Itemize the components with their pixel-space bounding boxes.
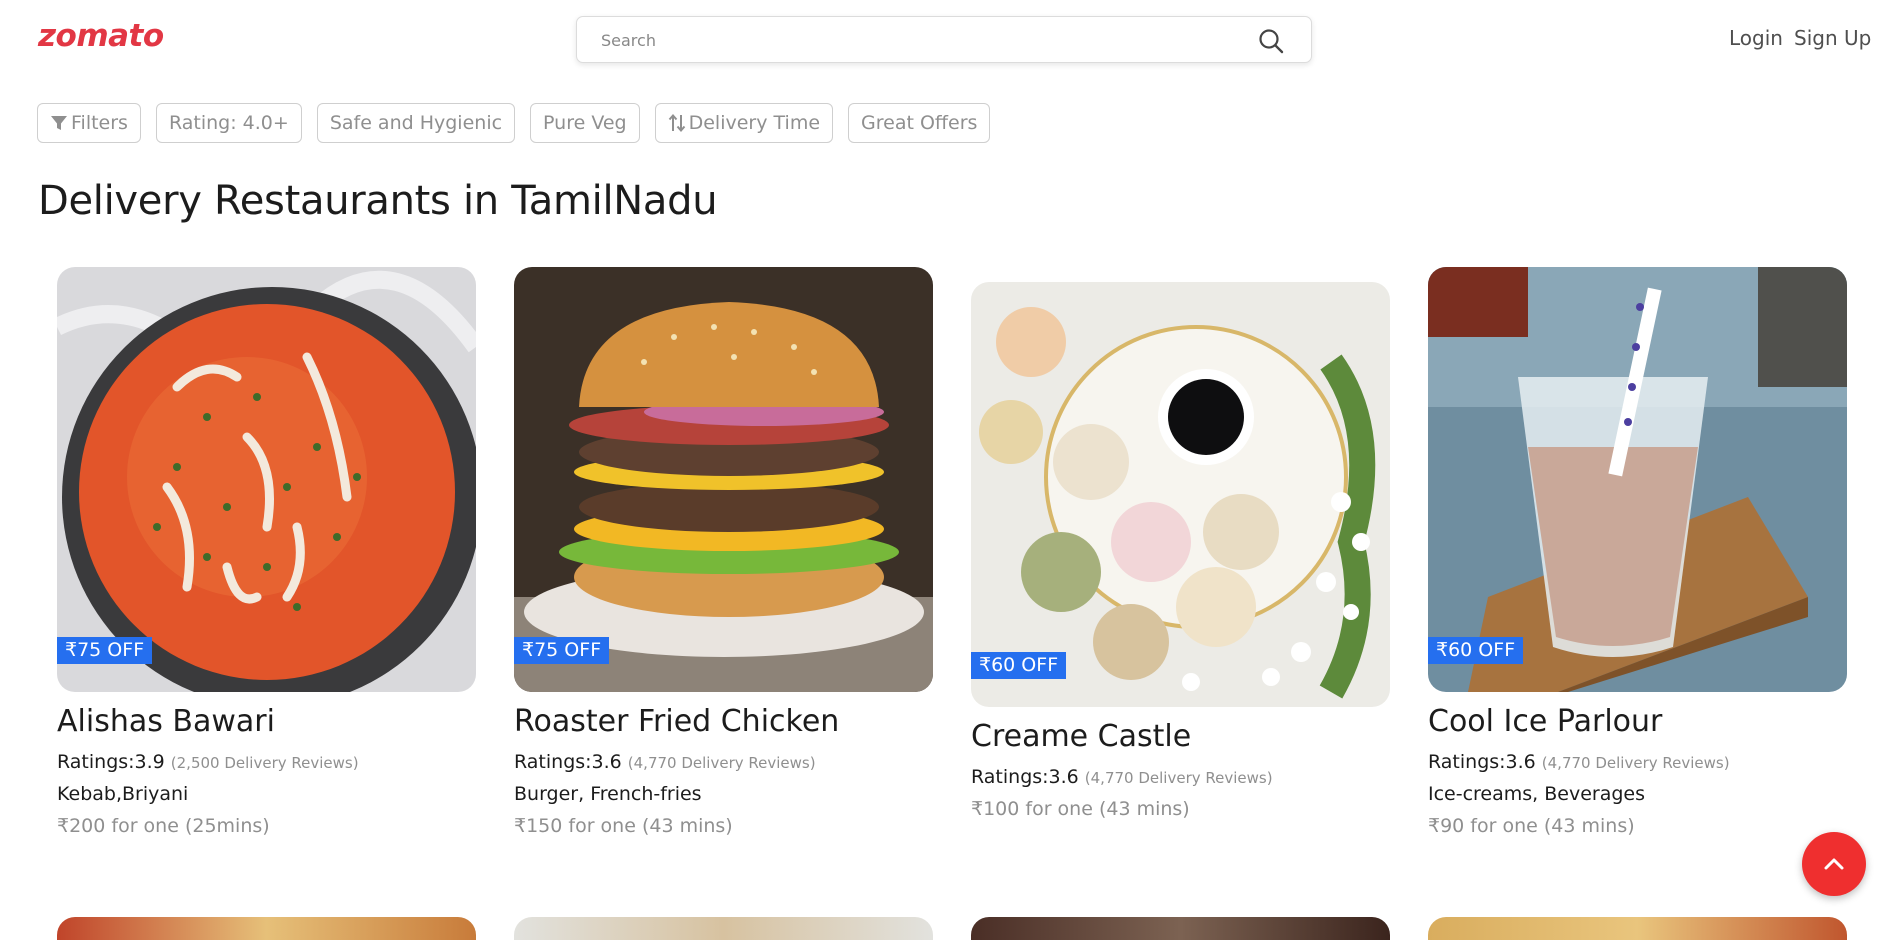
review-count: (4,770 Delivery Reviews) [627, 754, 816, 772]
pure-veg-chip[interactable]: Pure Veg [530, 103, 640, 143]
rating-filter-label: Rating: 4.0+ [168, 112, 289, 134]
rating-filter-chip[interactable]: Rating: 4.0+ [155, 103, 302, 143]
filter-bar: Filters Rating: 4.0+ Safe and Hygienic P… [37, 103, 991, 143]
great-offers-chip[interactable]: Great Offers [848, 103, 991, 143]
restaurant-rating: Ratings:3.9 (2,500 Delivery Reviews) [57, 751, 476, 773]
search-bar[interactable] [576, 16, 1312, 63]
restaurant-cuisine: Kebab,Briyani [57, 783, 189, 805]
restaurant-image[interactable]: ₹60 OFF [1428, 267, 1847, 692]
login-link[interactable]: Login [1729, 26, 1783, 50]
restaurant-name[interactable]: Roaster Fried Chicken [514, 704, 933, 739]
restaurant-card[interactable]: ₹75 OFF Alishas Bawari Ratings:3.9 (2,500… [57, 267, 476, 837]
restaurant-card[interactable]: ₹60 OFF Cool Ice Parlour Ratings:3.6 (4,7… [1428, 267, 1847, 837]
restaurant-rating: Ratings:3.6 (4,770 Delivery Reviews) [514, 751, 933, 773]
page-title: Delivery Restaurants in TamilNadu [38, 178, 718, 224]
signup-link[interactable]: Sign Up [1794, 26, 1871, 50]
restaurant-card[interactable]: ₹60 OFF Creame Castle Ratings:3.6 (4,770 … [971, 282, 1390, 820]
restaurant-image[interactable]: ₹75 OFF [57, 267, 476, 692]
restaurant-price: ₹200 for one (25mins) [57, 815, 270, 837]
restaurant-card-next-row[interactable] [514, 917, 933, 940]
scroll-to-top-button[interactable] [1802, 832, 1866, 896]
pure-veg-label: Pure Veg [543, 112, 627, 134]
restaurant-card[interactable]: ₹75 OFF Roaster Fried Chicken Ratings:3.… [514, 267, 933, 837]
offer-badge: ₹60 OFF [1428, 637, 1524, 664]
milkshake-image [1428, 267, 1847, 692]
delivery-time-chip[interactable]: Delivery Time [654, 103, 834, 143]
safe-hygienic-chip[interactable]: Safe and Hygienic [316, 103, 516, 143]
review-count: (4,770 Delivery Reviews) [1541, 754, 1730, 772]
filters-label: Filters [71, 112, 128, 134]
restaurant-image[interactable]: ₹60 OFF [971, 282, 1390, 707]
offer-badge: ₹60 OFF [971, 652, 1067, 679]
restaurant-price: ₹100 for one (43 mins) [971, 798, 1190, 820]
restaurant-card-next-row[interactable] [57, 917, 476, 940]
great-offers-label: Great Offers [861, 112, 978, 134]
restaurant-rating: Ratings:3.6 (4,770 Delivery Reviews) [1428, 751, 1847, 773]
delivery-time-label: Delivery Time [688, 112, 821, 134]
restaurant-cuisine: Burger, French-fries [514, 783, 702, 805]
filters-button[interactable]: Filters [37, 103, 141, 143]
top-header: zomato Login Sign Up [0, 0, 1897, 80]
rating-value: Ratings:3.9 [57, 751, 165, 773]
macarons-coffee-image [971, 282, 1390, 707]
zomato-logo[interactable]: zomato [38, 18, 164, 54]
restaurant-name[interactable]: Alishas Bawari [57, 704, 476, 739]
search-icon[interactable] [1257, 27, 1285, 55]
restaurant-rating: Ratings:3.6 (4,770 Delivery Reviews) [971, 766, 1390, 788]
filter-icon [51, 116, 67, 130]
offer-badge: ₹75 OFF [514, 637, 610, 664]
restaurant-card-next-row[interactable] [1428, 917, 1847, 940]
restaurant-cuisine: Ice-creams, Beverages [1428, 783, 1646, 805]
offer-badge: ₹75 OFF [57, 637, 153, 664]
safe-hygienic-label: Safe and Hygienic [329, 112, 503, 134]
restaurant-name[interactable]: Cool Ice Parlour [1428, 704, 1847, 739]
chevron-up-icon [1824, 858, 1844, 870]
curry-bowl-image [57, 267, 476, 692]
review-count: (2,500 Delivery Reviews) [170, 754, 359, 772]
restaurant-card-next-row[interactable] [971, 917, 1390, 940]
burger-image [514, 267, 933, 692]
restaurant-name[interactable]: Creame Castle [971, 719, 1390, 754]
review-count: (4,770 Delivery Reviews) [1084, 769, 1273, 787]
search-input[interactable] [601, 29, 1241, 51]
sort-icon [668, 113, 685, 133]
rating-value: Ratings:3.6 [1428, 751, 1536, 773]
restaurant-price: ₹90 for one (43 mins) [1428, 815, 1635, 837]
restaurant-price: ₹150 for one (43 mins) [514, 815, 733, 837]
rating-value: Ratings:3.6 [514, 751, 622, 773]
rating-value: Ratings:3.6 [971, 766, 1079, 788]
restaurant-image[interactable]: ₹75 OFF [514, 267, 933, 692]
